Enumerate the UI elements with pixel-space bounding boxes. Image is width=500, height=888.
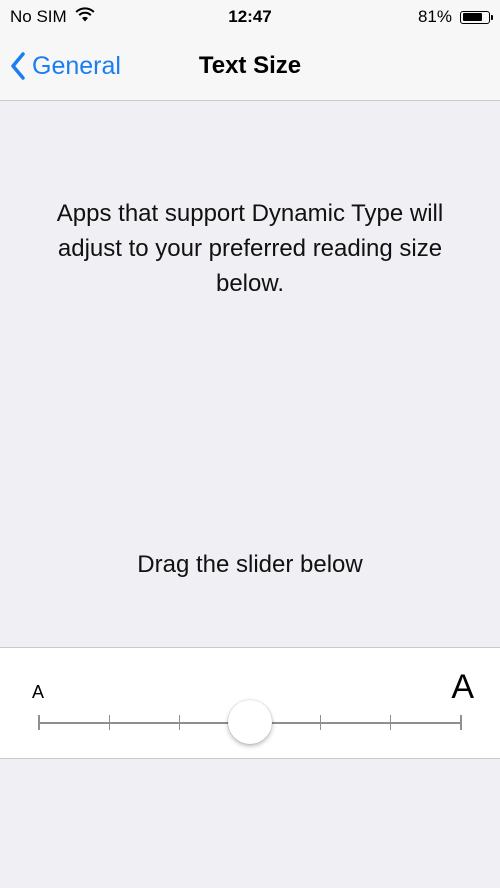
text-size-slider-panel: A A [0, 647, 500, 759]
slider-hint-text: Drag the slider below [137, 551, 363, 578]
slider-tick [389, 715, 392, 730]
navigation-bar: General Text Size [0, 34, 500, 101]
battery-percent: 81% [417, 7, 452, 26]
description-text: Apps that support Dynamic Type will adju… [56, 200, 444, 297]
slider-tick [460, 715, 462, 730]
small-text-size-label: A [32, 682, 45, 702]
large-text-size-label: A [451, 668, 474, 706]
slider-tick [108, 715, 111, 730]
slider-tick [38, 715, 40, 730]
status-right: 81% [417, 7, 493, 27]
page-title: Text Size [198, 52, 302, 79]
battery-fill [462, 13, 482, 21]
slider-tick [319, 715, 322, 730]
slider-tick [178, 715, 181, 730]
status-bar: No SIM 12:47 81% [0, 0, 500, 34]
slider-thumb[interactable] [228, 700, 272, 744]
battery-icon [460, 10, 493, 24]
